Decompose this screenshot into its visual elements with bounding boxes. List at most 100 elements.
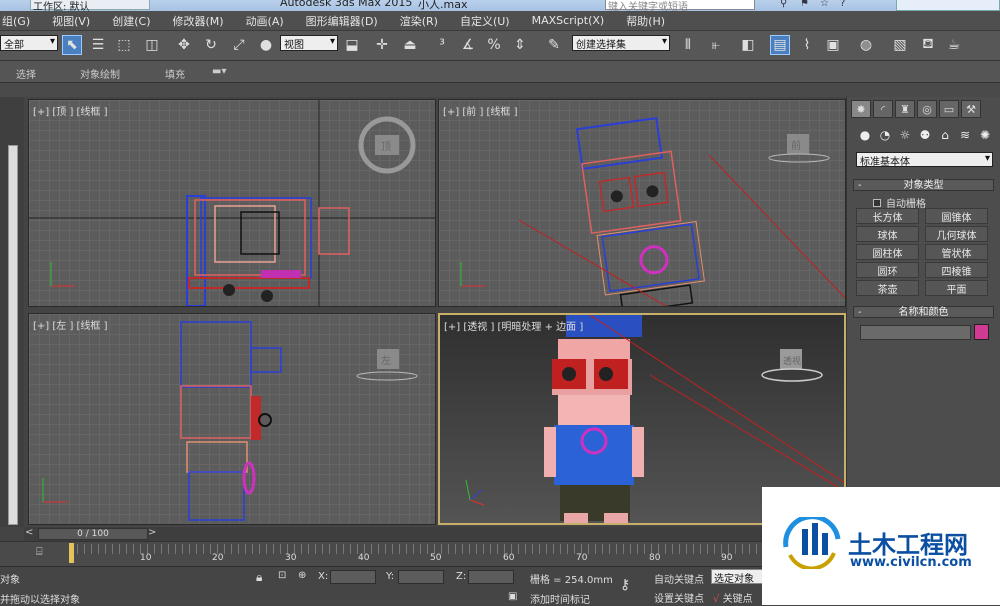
track-bar-toggle-icon[interactable]: ⌸ xyxy=(36,545,43,559)
menu-group[interactable]: 组(G) xyxy=(0,13,39,29)
mirror-icon[interactable]: ⫴ xyxy=(678,35,698,55)
material-editor-icon[interactable]: ◍ xyxy=(856,35,876,55)
search-icon[interactable]: ⚲ xyxy=(780,0,794,10)
menu-create[interactable]: 创建(C) xyxy=(99,13,159,29)
move-icon[interactable]: ✥ xyxy=(174,35,194,55)
object-name-field[interactable] xyxy=(860,325,971,340)
cylinder-button[interactable]: 圆柱体 xyxy=(856,244,919,260)
menu-animation[interactable]: 动画(A) xyxy=(233,13,293,29)
menu-rendering[interactable]: 渲染(R) xyxy=(387,13,447,29)
box-button[interactable]: 长方体 xyxy=(856,208,919,224)
align-icon[interactable]: ⫦ xyxy=(706,35,726,55)
ribbon-tab-populate[interactable]: 填充 xyxy=(165,66,185,81)
set-key-button[interactable]: 设置关键点 xyxy=(654,590,704,605)
selection-filter-dropdown[interactable]: 全部 xyxy=(0,35,58,51)
object-color-swatch[interactable] xyxy=(974,324,989,340)
select-by-name-icon[interactable]: ☰ xyxy=(88,35,108,55)
y-coordinate-field[interactable] xyxy=(398,570,444,584)
lock-selection-icon[interactable]: 🔒︎ xyxy=(256,570,262,585)
place-icon[interactable]: ● xyxy=(256,35,276,55)
systems-icon[interactable]: ✺ xyxy=(977,127,993,143)
ribbon-tab-object-paint[interactable]: 对象绘制 xyxy=(80,66,120,81)
utilities-tab-icon[interactable]: ⚒ xyxy=(961,100,981,118)
time-tag-icon[interactable]: ▣ xyxy=(508,591,517,602)
tube-button[interactable]: 管状体 xyxy=(925,244,988,260)
keyboard-shortcut-icon[interactable]: ⏏ xyxy=(400,35,420,55)
subscription-icon[interactable]: ⚑ xyxy=(800,0,814,10)
object-type-rollout[interactable]: - 对象类型 xyxy=(853,179,994,191)
select-manipulate-icon[interactable]: ✛ xyxy=(372,35,392,55)
isolate-icon[interactable]: ⊡ xyxy=(278,570,286,581)
menu-graph-editors[interactable]: 图形编辑器(D) xyxy=(293,13,387,29)
current-frame-marker[interactable] xyxy=(69,543,74,563)
set-key-icon[interactable]: ⚷ xyxy=(620,577,630,593)
teapot-button[interactable]: 茶壶 xyxy=(856,280,919,296)
render-production-icon[interactable]: ☕ xyxy=(944,35,964,55)
time-slider[interactable]: 0 / 100 xyxy=(38,528,148,540)
torus-button[interactable]: 圆环 xyxy=(856,262,919,278)
menu-help[interactable]: 帮助(H) xyxy=(613,13,674,29)
search-input[interactable]: 键入关键字或短语 xyxy=(605,0,755,13)
cameras-icon[interactable]: ⚉ xyxy=(917,127,933,143)
ribbon-options-icon[interactable]: ▬▾ xyxy=(212,66,226,77)
key-filter-dropdown[interactable]: 选定对象 xyxy=(711,569,763,585)
create-tab-icon[interactable]: ✸ xyxy=(851,100,871,118)
star-icon[interactable]: ☆ xyxy=(820,0,834,10)
scene-explorer-icon[interactable]: ▤ xyxy=(770,35,790,55)
workspace-selector[interactable]: 工作区: 默认 xyxy=(30,0,150,13)
plane-button[interactable]: 平面 xyxy=(925,280,988,296)
rectangular-region-icon[interactable]: ⬚ xyxy=(114,35,134,55)
rendered-frame-icon[interactable]: ⛾ xyxy=(918,35,938,55)
schematic-view-icon[interactable]: ▣ xyxy=(823,35,843,55)
reference-coordinate-dropdown[interactable]: 视图 xyxy=(280,35,338,51)
menu-maxscript[interactable]: MAXScript(X) xyxy=(519,14,614,27)
named-selection-sets-dropdown[interactable]: 创建选择集 xyxy=(572,35,670,51)
motion-tab-icon[interactable]: ◎ xyxy=(917,100,937,118)
menu-customize[interactable]: 自定义(U) xyxy=(447,13,519,29)
x-coordinate-field[interactable] xyxy=(330,570,376,584)
curve-editor-icon[interactable]: ⌇ xyxy=(797,35,817,55)
auto-key-button[interactable]: 自动关键点 xyxy=(654,571,704,586)
geosphere-button[interactable]: 几何球体 xyxy=(925,226,988,242)
next-frame-icon[interactable]: > xyxy=(148,527,156,538)
rotate-icon[interactable]: ↻ xyxy=(201,35,221,55)
viewport-front[interactable]: 前 [+] [前 ] [线框 ] xyxy=(438,99,846,307)
vertical-scrollbar[interactable] xyxy=(8,145,18,525)
display-tab-icon[interactable]: ▭ xyxy=(939,100,959,118)
pivot-icon[interactable]: ⬓ xyxy=(342,35,362,55)
window-controls[interactable] xyxy=(896,0,1000,11)
layer-manager-icon[interactable]: ◧ xyxy=(738,35,758,55)
name-color-rollout[interactable]: - 名称和颜色 xyxy=(853,306,994,318)
pyramid-button[interactable]: 四棱锥 xyxy=(925,262,988,278)
key-filters-button[interactable]: √ 关键点 xyxy=(713,590,753,605)
cone-button[interactable]: 圆锥体 xyxy=(925,208,988,224)
sphere-button[interactable]: 球体 xyxy=(856,226,919,242)
viewport-persp-label[interactable]: [+] [透视 ] [明暗处理 + 边面 ] xyxy=(444,318,583,333)
percent-snap-icon[interactable]: % xyxy=(484,35,504,55)
primitive-category-dropdown[interactable]: 标准基本体 xyxy=(856,152,993,168)
angle-snap-icon[interactable]: ∡ xyxy=(458,35,478,55)
add-time-tag[interactable]: 添加时间标记 xyxy=(530,591,590,606)
edit-named-selection-icon[interactable]: ✎ xyxy=(544,35,564,55)
modify-tab-icon[interactable]: ◜ xyxy=(873,100,893,118)
ribbon-tab-selection[interactable]: 选择 xyxy=(16,66,36,81)
transform-mode-icon[interactable]: ⊕ xyxy=(298,570,306,581)
menu-views[interactable]: 视图(V) xyxy=(39,13,99,29)
helpers-icon[interactable]: ⌂ xyxy=(937,127,953,143)
prev-frame-icon[interactable]: < xyxy=(25,527,33,538)
viewport-top[interactable]: 顶 [+] [顶 ] [线框 ] xyxy=(28,99,436,307)
lights-icon[interactable]: ☼ xyxy=(897,127,913,143)
viewport-left[interactable]: 左 [+] [左 ] [线框 ] xyxy=(28,313,436,525)
hierarchy-tab-icon[interactable]: ♜ xyxy=(895,100,915,118)
spinner-snap-icon[interactable]: ⇕ xyxy=(510,35,530,55)
render-setup-icon[interactable]: ▧ xyxy=(890,35,910,55)
menu-modifiers[interactable]: 修改器(M) xyxy=(159,13,232,29)
select-object-icon[interactable]: ⬉ xyxy=(62,35,82,55)
help-icon[interactable]: ? xyxy=(840,0,854,10)
snaps-toggle-icon[interactable]: ³ xyxy=(432,35,452,55)
window-crossing-icon[interactable]: ◫ xyxy=(142,35,162,55)
shapes-icon[interactable]: ◔ xyxy=(877,127,893,143)
geometry-icon[interactable]: ● xyxy=(857,127,873,143)
viewport-top-label[interactable]: [+] [顶 ] [线框 ] xyxy=(33,103,108,118)
viewport-front-label[interactable]: [+] [前 ] [线框 ] xyxy=(443,103,518,118)
